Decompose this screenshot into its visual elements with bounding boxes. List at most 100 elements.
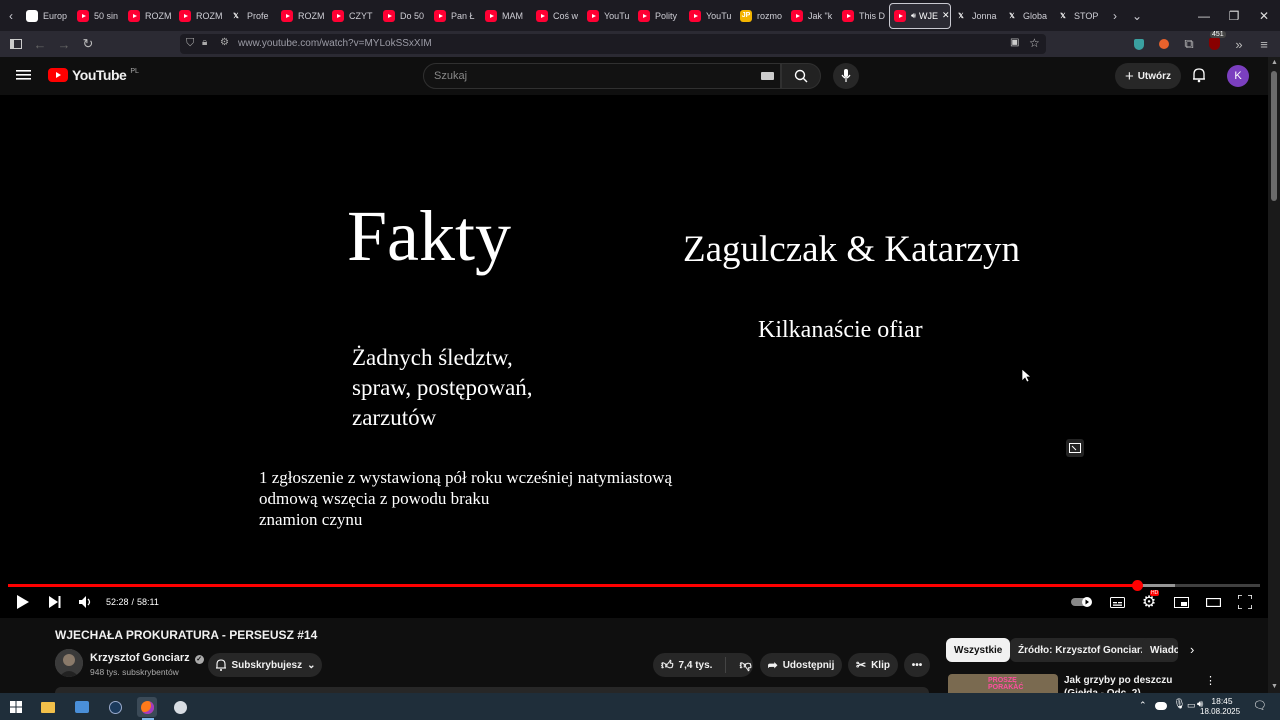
tab-audio-icon[interactable]: 🔊︎ <box>911 11 916 21</box>
youtube-logo[interactable]: YouTube PL <box>48 67 139 83</box>
voice-search-button[interactable] <box>833 63 859 89</box>
url-text[interactable]: www.youtube.com/watch?v=MYLokSSxXIM <box>238 38 432 49</box>
ublock-icon[interactable]: 451 <box>1205 31 1226 53</box>
autoplay-toggle[interactable] <box>1071 593 1095 611</box>
windows-start-icon[interactable] <box>6 697 26 717</box>
browser-tab[interactable]: Jak "k <box>787 3 838 29</box>
browser-tab[interactable]: Pan Ł <box>430 3 481 29</box>
bookmark-star-icon[interactable]: ☆ <box>1029 36 1040 50</box>
recommended-video-thumbnail[interactable]: PROSZĘ PORAKAĆ <box>948 674 1058 693</box>
browser-tab[interactable]: 𝕏 STOP <box>1053 3 1104 29</box>
browser-tab[interactable]: 50 sin <box>73 3 124 29</box>
close-window-icon[interactable]: ✕ <box>1248 0 1280 31</box>
next-button[interactable] <box>46 593 64 611</box>
minimize-icon[interactable]: — <box>1188 0 1220 31</box>
search-input[interactable]: Szukaj <box>423 63 781 89</box>
browser-tab[interactable]: 𝕏 Profe <box>226 3 277 29</box>
page-scrollbar[interactable]: ▲ ▼ <box>1268 57 1280 693</box>
dislike-button[interactable]: 👎︎ <box>739 658 751 673</box>
browser-tab[interactable]: ROZM <box>277 3 328 29</box>
browser-tab[interactable]: 🔊︎ WJE ✕ <box>889 2 951 29</box>
share-button[interactable]: ➦ Udostępnij <box>760 653 842 677</box>
browser-tab[interactable]: 𝕏 Jonna <box>951 3 1002 29</box>
scrollbar-thumb[interactable] <box>1271 71 1277 201</box>
overflow-menu-icon[interactable]: » <box>1230 35 1248 53</box>
clip-button[interactable]: ✂ Klip <box>848 653 898 677</box>
extensions-puzzle-icon[interactable]: ⧉ <box>1180 35 1198 53</box>
extension-shield-icon[interactable] <box>1130 35 1148 53</box>
picture-in-picture-icon[interactable]: ▣ <box>1010 37 1019 48</box>
browser-tab[interactable]: ROZM <box>124 3 175 29</box>
keyboard-icon[interactable] <box>761 72 774 80</box>
browser-tab[interactable]: YouTu <box>685 3 736 29</box>
extension-fox-icon[interactable] <box>1155 35 1173 53</box>
browser-tab[interactable]: Europ <box>22 3 73 29</box>
subscribe-button[interactable]: Subskrybujesz ⌄ <box>208 653 322 677</box>
back-icon[interactable]: ← <box>31 35 49 53</box>
firefox-icon[interactable] <box>137 697 157 717</box>
steam-icon[interactable] <box>105 697 125 717</box>
file-explorer-icon[interactable] <box>38 697 58 717</box>
fullscreen-button[interactable] <box>1236 593 1254 611</box>
browser-tab[interactable]: YouTu <box>583 3 634 29</box>
progress-bar[interactable] <box>8 580 1260 591</box>
onedrive-icon[interactable] <box>1155 702 1167 710</box>
chip-news[interactable]: Wiado <box>1142 638 1178 662</box>
create-button[interactable]: + Utwórz <box>1115 63 1181 89</box>
restore-icon[interactable]: ❐ <box>1218 0 1250 31</box>
recommended-video-title[interactable]: Jak grzyby po deszczu (Giełda - Odc. 2) <box>1064 674 1204 693</box>
browser-tab[interactable]: This D <box>838 3 889 29</box>
miniplayer-button[interactable] <box>1172 593 1190 611</box>
notifications-icon[interactable]: 🗨︎ <box>1253 699 1267 712</box>
tab-scroll-left-icon[interactable]: ‹ <box>0 9 22 23</box>
notifications-bell-icon[interactable] <box>1191 67 1207 88</box>
chip-source-channel[interactable]: Źródło: Krzysztof Gonciarz <box>1010 638 1154 662</box>
browser-tab[interactable]: CZYT <box>328 3 379 29</box>
scroll-down-icon[interactable]: ▼ <box>1271 683 1278 690</box>
forward-icon[interactable]: → <box>55 35 73 53</box>
clock-time[interactable]: 18:45 <box>1206 696 1238 706</box>
close-tab-icon[interactable]: ✕ <box>942 10 950 21</box>
more-actions-button[interactable]: ••• <box>904 653 930 677</box>
subtitles-button[interactable] <box>1108 593 1126 611</box>
browser-tab[interactable]: MAM <box>481 3 532 29</box>
app-globe-icon[interactable] <box>170 697 190 717</box>
app-menu-icon[interactable]: ≡ <box>1255 35 1273 53</box>
reload-icon[interactable]: ↻ <box>79 35 97 53</box>
browser-tab[interactable]: Do 50 <box>379 3 430 29</box>
miniplayer-expand-icon[interactable] <box>1066 439 1084 457</box>
chip-all[interactable]: Wszystkie <box>946 638 1011 662</box>
progress-scrubber-handle[interactable] <box>1132 580 1144 591</box>
more-vertical-icon[interactable]: ⋮ <box>1205 674 1216 687</box>
browser-tab[interactable]: Polity <box>634 3 685 29</box>
browser-tab[interactable]: JP rozmo <box>736 3 787 29</box>
url-bar[interactable]: ⛉ 🔒︎ ⚙ www.youtube.com/watch?v=MYLokSSxX… <box>180 34 1046 54</box>
browser-tab[interactable]: 𝕏 Globa <box>1002 3 1053 29</box>
browser-tab[interactable]: Coś w <box>532 3 583 29</box>
mute-button[interactable] <box>77 593 95 611</box>
play-button[interactable] <box>14 593 32 611</box>
channel-avatar[interactable] <box>55 649 83 677</box>
tab-scroll-right-icon[interactable]: › <box>1104 9 1126 23</box>
like-button[interactable]: 👍︎ 7,4 tys. <box>661 658 712 673</box>
scroll-up-icon[interactable]: ▲ <box>1271 59 1278 66</box>
settings-button[interactable]: ⚙ HD <box>1140 590 1160 611</box>
microphone-tray-icon[interactable]: 🎙︎ <box>1173 699 1186 710</box>
theater-mode-button[interactable] <box>1204 593 1222 611</box>
account-avatar[interactable]: K <box>1227 65 1249 87</box>
clock-date[interactable]: 18.08.2025 <box>1200 707 1240 716</box>
browser-tab[interactable]: ROZM <box>175 3 226 29</box>
chips-next-icon[interactable]: › <box>1190 642 1194 657</box>
permissions-icon[interactable]: ⚙ <box>220 37 229 48</box>
search-button[interactable] <box>781 63 821 89</box>
channel-name[interactable]: Krzysztof Gonciarz ✓ <box>90 652 204 664</box>
lock-icon[interactable]: 🔒︎ <box>202 37 207 48</box>
guide-menu-icon[interactable] <box>16 68 32 87</box>
shield-icon[interactable]: ⛉ <box>186 37 194 50</box>
sidebar-toggle-icon[interactable] <box>7 35 25 53</box>
network-icon[interactable]: ▭ <box>1187 700 1196 711</box>
tray-chevron-icon[interactable]: ⌃ <box>1139 700 1147 711</box>
control-panel-icon[interactable] <box>72 697 92 717</box>
tab-list-dropdown-icon[interactable]: ⌄ <box>1126 9 1148 23</box>
video-player[interactable]: Fakty Zagulczak & Katarzyn Kilkanaście o… <box>0 95 1268 618</box>
